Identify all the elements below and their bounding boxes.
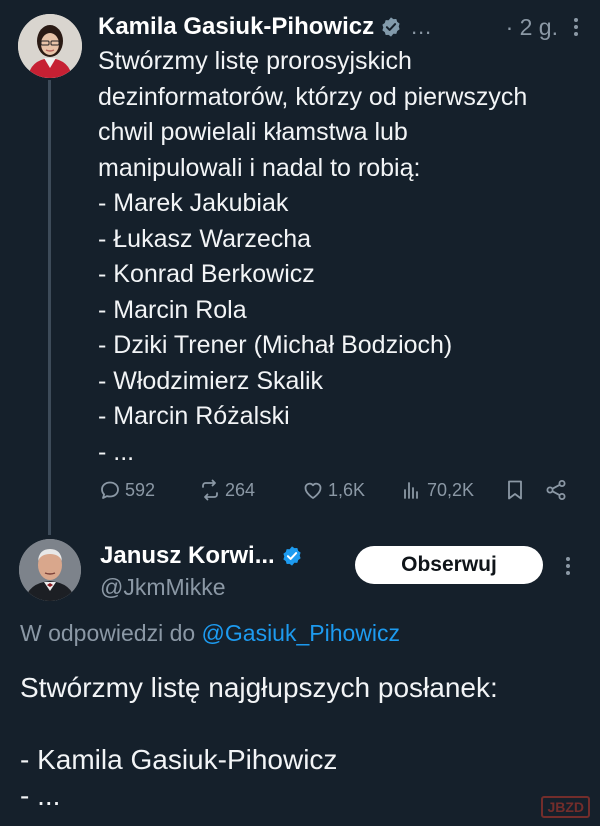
tweet-actions: 592 264 1,6K 70,2K — [98, 478, 578, 510]
reply-context: W odpowiedzi do @Gasiuk_Pihowicz — [20, 620, 400, 647]
tweet-header: Kamila Gasiuk-Pihowicz … · 2 g. — [98, 10, 588, 44]
watermark-logo: JBZD — [541, 796, 590, 818]
share-icon — [546, 480, 566, 500]
views-icon — [404, 482, 418, 499]
like-icon — [304, 482, 322, 499]
retweet-button[interactable]: 264 — [198, 478, 255, 502]
views-button[interactable]: 70,2K — [400, 478, 474, 502]
thread-line — [48, 80, 51, 535]
share-button[interactable] — [544, 478, 571, 502]
author-name[interactable]: Kamila Gasiuk-Pihowicz — [98, 13, 374, 41]
avatar[interactable] — [19, 539, 81, 601]
bookmark-button[interactable] — [503, 478, 530, 502]
author-name-row[interactable]: Janusz Korwi... — [100, 542, 303, 570]
tweet-text: Stwórzmy listę najgłupszych posłanek: - … — [20, 672, 498, 811]
bookmark-icon — [508, 480, 522, 500]
follow-button[interactable]: Obserwuj — [355, 546, 543, 584]
reply-button[interactable]: 592 — [98, 478, 155, 502]
like-button[interactable]: 1,6K — [301, 478, 365, 502]
reply-icon — [101, 481, 119, 499]
timestamp[interactable]: · 2 g. — [506, 14, 558, 41]
verified-icon — [283, 546, 301, 566]
name-ellipsis: … — [410, 14, 433, 39]
more-icon[interactable] — [564, 15, 588, 39]
reply-mention-link[interactable]: @Gasiuk_Pihowicz — [202, 620, 400, 646]
tweet-header: Janusz Korwi... @JkmMikke Obserwuj — [100, 538, 590, 602]
retweet-icon — [202, 479, 218, 501]
avatar[interactable] — [18, 14, 82, 78]
like-count: 1,6K — [328, 479, 366, 500]
reply-count: 592 — [125, 479, 156, 500]
author-name[interactable]: Janusz Korwi... — [100, 542, 275, 570]
verified-icon — [382, 17, 400, 37]
reply-prefix: W odpowiedzi do — [20, 620, 196, 646]
views-count: 70,2K — [427, 479, 475, 500]
tweet-text: Stwórzmy listę prorosyjskich dezinformat… — [98, 47, 528, 466]
retweet-count: 264 — [225, 479, 256, 500]
more-icon[interactable] — [556, 554, 580, 578]
author-handle[interactable]: @JkmMikke — [100, 574, 226, 601]
